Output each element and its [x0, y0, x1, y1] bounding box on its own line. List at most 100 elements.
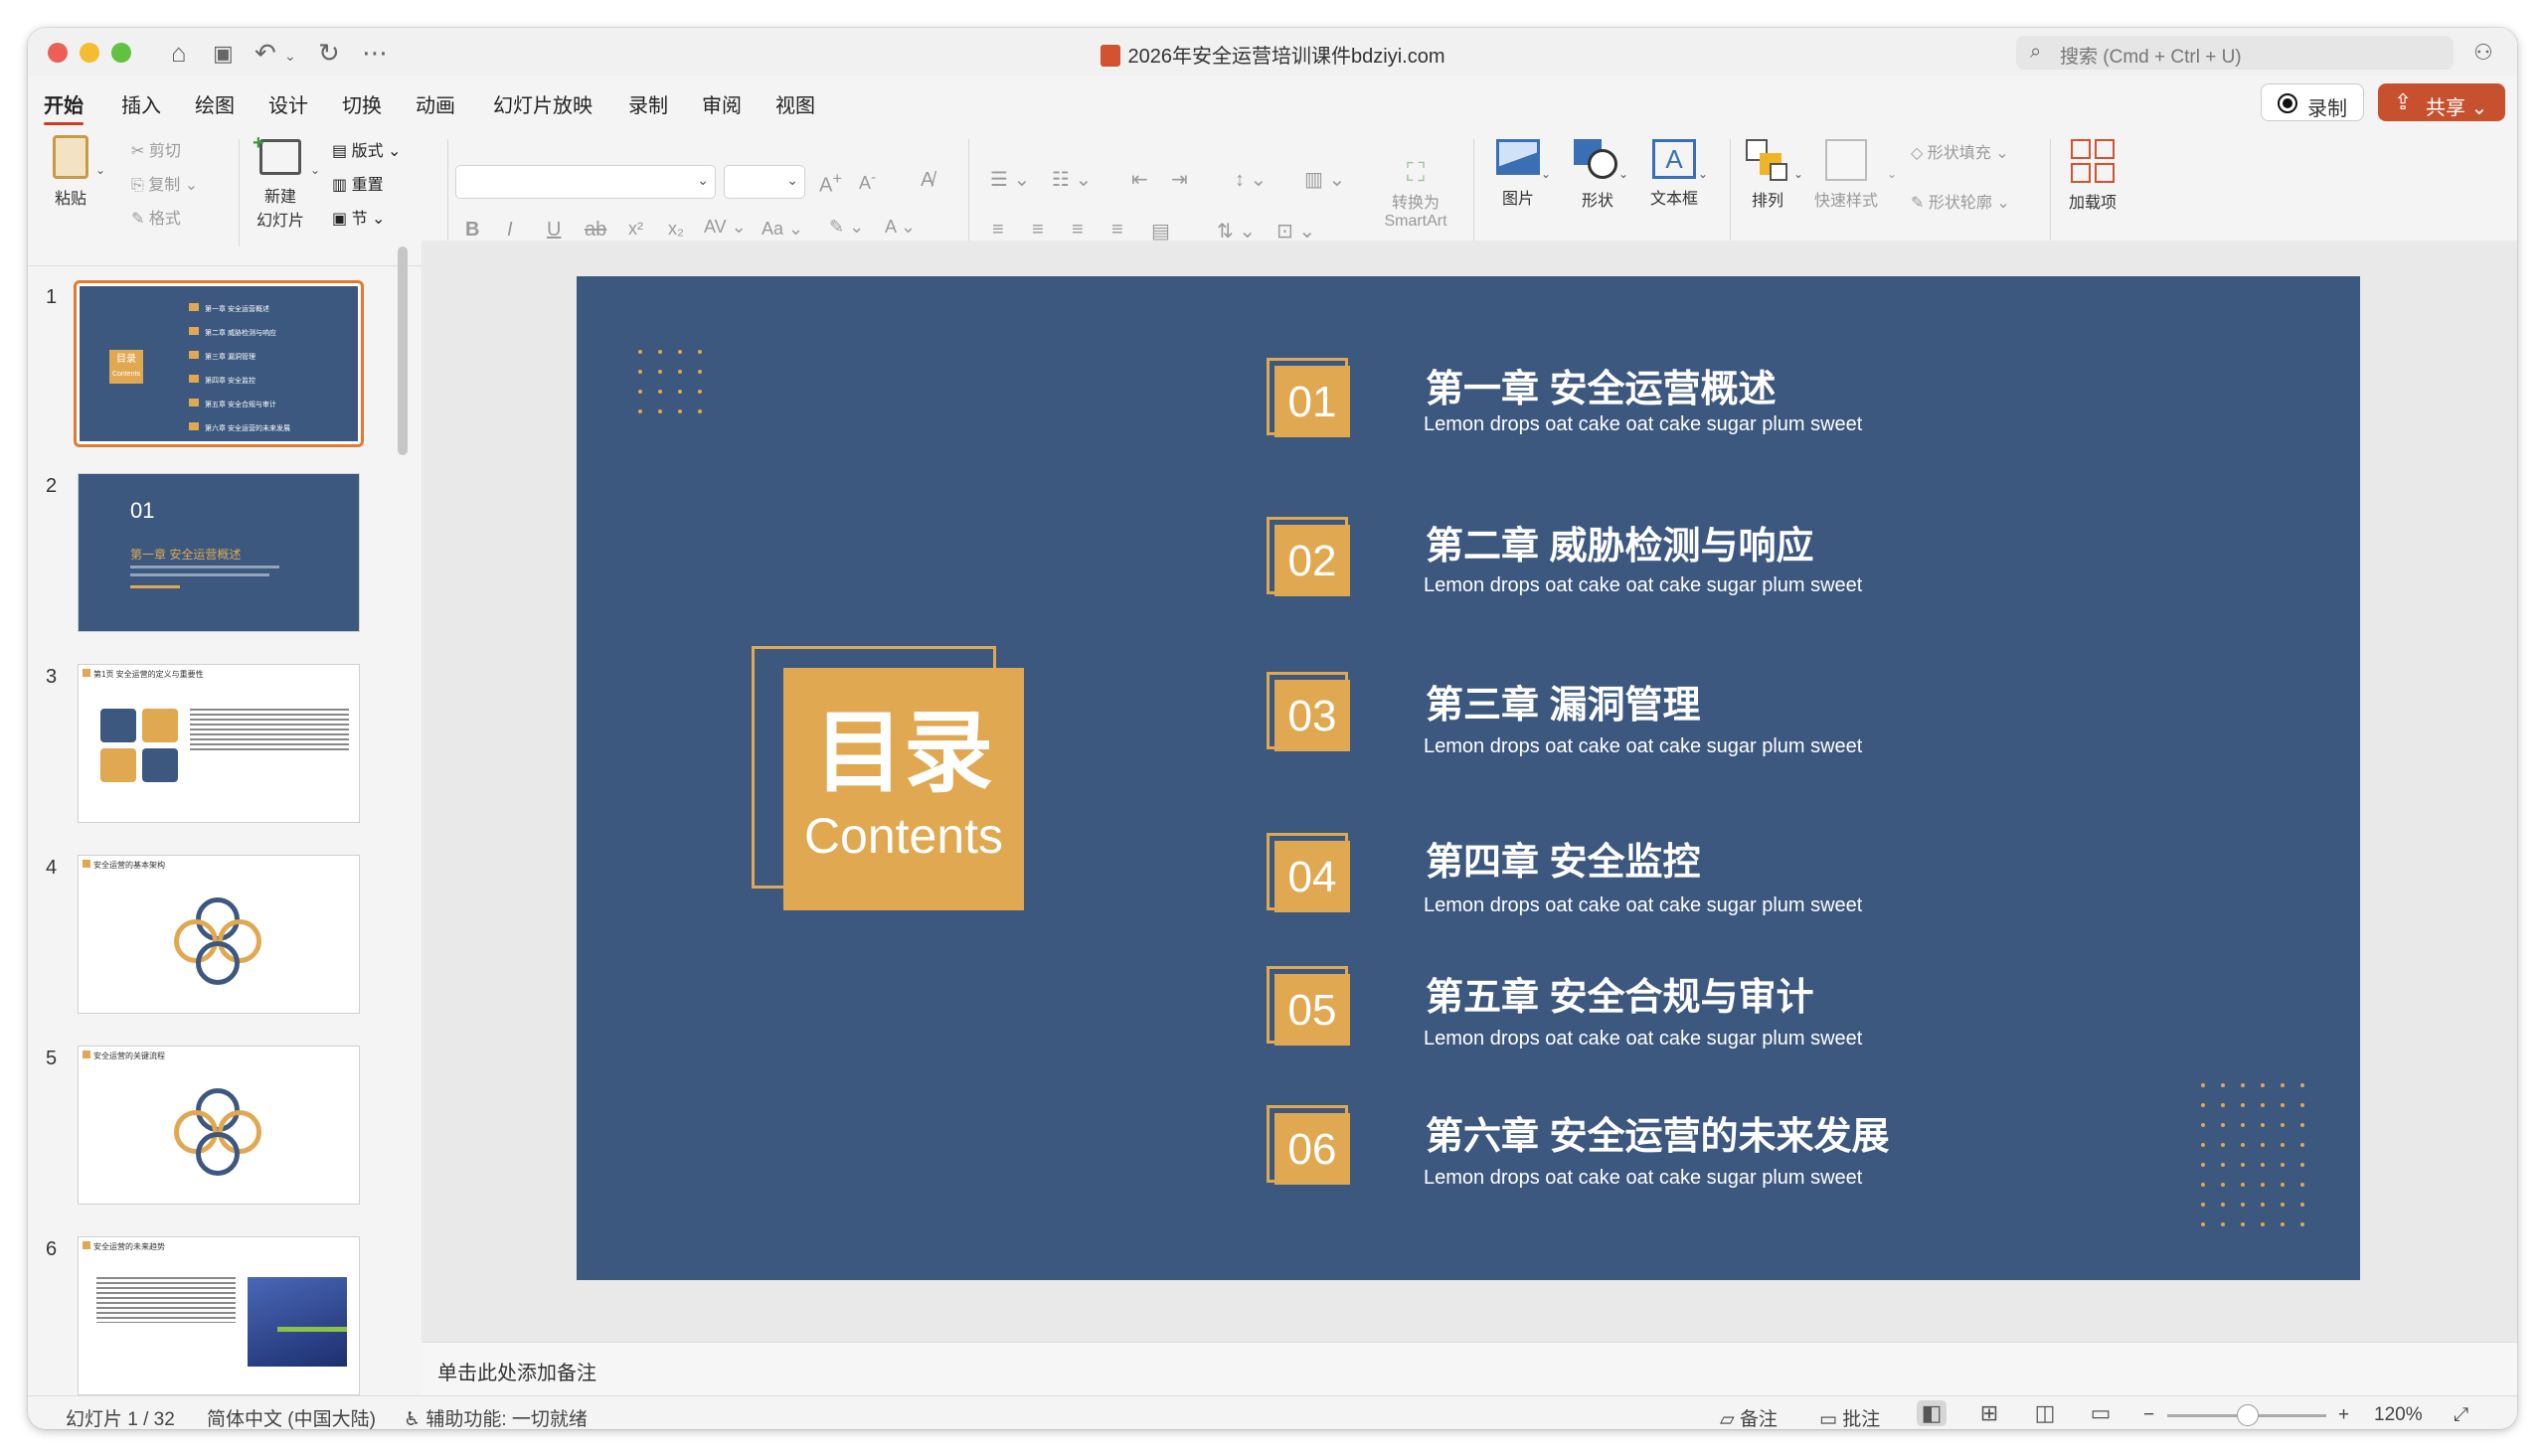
tab-design[interactable]: 设计 [268, 89, 308, 118]
tab-insert[interactable]: 插入 [121, 89, 161, 118]
zoom-level[interactable]: 120% [2374, 1404, 2423, 1426]
quick-styles-dropdown-icon[interactable]: ⌄ [1887, 167, 1897, 181]
decrease-indent-icon[interactable]: ⇤ [1131, 167, 1148, 192]
align-center-icon[interactable]: ≡ [1032, 219, 1044, 242]
notes-toggle-button[interactable]: ▱ 备注 [1720, 1404, 1778, 1429]
tab-review[interactable]: 审阅 [702, 89, 742, 118]
slide-number: 2 [46, 475, 58, 497]
decrease-font-icon[interactable]: A- [859, 169, 876, 194]
tab-home[interactable]: 开始 [44, 89, 84, 118]
quick-styles-button[interactable]: 快速样式 [1807, 139, 1885, 211]
slide-number: 5 [46, 1048, 58, 1069]
tab-record[interactable]: 录制 [628, 89, 668, 118]
tab-draw[interactable]: 绘图 [195, 89, 235, 118]
tab-slideshow[interactable]: 幻灯片放映 [493, 89, 593, 118]
addins-icon [2071, 139, 2115, 183]
shape-outline-button[interactable]: ✎ 形状轮廓 ⌄ [1911, 189, 2010, 213]
superscript-icon[interactable]: x² [628, 219, 643, 240]
font-color-icon[interactable]: A ⌄ [885, 217, 916, 238]
thumbnail-scrollbar[interactable] [398, 246, 408, 455]
change-case-icon[interactable]: Aa ⌄ [762, 219, 803, 240]
chapter-subtitle: Lemon drops oat cake oat cake sugar plum… [1424, 574, 1863, 596]
textbox-icon: A [1652, 139, 1696, 179]
clipboard-icon [53, 135, 88, 179]
clear-format-icon[interactable]: A̸ [921, 169, 933, 192]
slide-sorter-icon[interactable]: ⊞ [1974, 1400, 2004, 1426]
strikethrough-icon[interactable]: ab [585, 219, 606, 242]
font-size-select[interactable]: ⌄ [724, 165, 805, 199]
language-status[interactable]: 简体中文 (中国大陆) [207, 1404, 376, 1429]
align-left-icon[interactable]: ≡ [992, 219, 1004, 242]
presenter-view-icon[interactable]: ▭ [2086, 1400, 2116, 1426]
shape-dropdown-icon[interactable]: ⌄ [1618, 167, 1628, 181]
toc-subtitle: Contents [803, 808, 1004, 864]
character-spacing-icon[interactable]: AV ⌄ [704, 217, 747, 238]
layout-icon: ▤ [332, 143, 352, 160]
subscript-icon[interactable]: x₂ [668, 219, 684, 240]
numbering-icon[interactable]: ☷ ⌄ [1052, 167, 1092, 192]
reset-button[interactable]: ▥ 重置 [332, 171, 384, 195]
tab-animations[interactable]: 动画 [416, 89, 455, 118]
zoom-in-icon[interactable]: + [2338, 1404, 2349, 1426]
slide-thumbnail-3[interactable]: 第1页 安全运营的定义与重要性 [78, 664, 360, 823]
fit-to-window-icon[interactable]: ⤢ [2454, 1404, 2468, 1426]
comments-toggle-button[interactable]: ▭ 批注 [1819, 1404, 1880, 1429]
section-button[interactable]: ▣ 节 ⌄ [332, 205, 385, 229]
fill-icon: ◇ [1911, 145, 1928, 162]
italic-icon[interactable]: I [507, 219, 513, 242]
brush-icon: ✎ [131, 211, 149, 228]
addins-button[interactable]: 加载项 [2058, 139, 2127, 213]
copy-button[interactable]: ⎘ 复制 ⌄ [131, 171, 198, 195]
justify-icon[interactable]: ≡ [1111, 219, 1123, 242]
arrange-button[interactable]: 排列 [1740, 139, 1795, 211]
paste-dropdown-icon[interactable]: ⌄ [95, 163, 105, 177]
zoom-slider-handle[interactable] [2237, 1404, 2259, 1426]
highlight-icon[interactable]: ✎ ⌄ [829, 217, 864, 238]
slide-counter: 幻灯片 1 / 32 [66, 1409, 175, 1429]
slide-thumbnail-6[interactable]: 安全运营的未来趋势 [78, 1236, 360, 1395]
bullets-icon[interactable]: ☰ ⌄ [990, 167, 1030, 192]
zoom-out-icon[interactable]: − [2143, 1404, 2154, 1426]
toc-title-box: 目录 Contents [783, 668, 1024, 910]
tab-transitions[interactable]: 切换 [342, 89, 382, 118]
slide-thumbnail-5[interactable]: 安全运营的关键流程 [78, 1046, 360, 1205]
outline-icon: ✎ [1911, 195, 1929, 212]
layout-button[interactable]: ▤ 版式 ⌄ [332, 137, 401, 161]
notes-input[interactable]: 单击此处添加备注 [422, 1342, 2517, 1395]
normal-view-icon[interactable]: ◧ [1917, 1400, 1947, 1426]
font-family-select[interactable]: ⌄ [455, 165, 716, 199]
accessibility-status[interactable]: ♿ 辅助功能: 一切就绪 [404, 1404, 588, 1429]
line-spacing-icon[interactable]: ↕ ⌄ [1235, 167, 1267, 192]
align-right-icon[interactable]: ≡ [1072, 219, 1084, 242]
slide-thumbnail-1[interactable]: 目录 Contents 第一章 安全运营概述 第二章 威胁检测与响应 第三章 漏洞… [74, 280, 364, 447]
slide-thumbnail-4[interactable]: 安全运营的基本架构 [78, 855, 360, 1014]
reading-view-icon[interactable]: ◫ [2030, 1400, 2060, 1426]
cut-button[interactable]: ✂ 剪切 [131, 137, 181, 161]
divider [1730, 139, 1731, 246]
paste-button[interactable]: 粘贴 [50, 135, 91, 209]
bold-icon[interactable]: B [465, 219, 479, 242]
format-painter-button[interactable]: ✎ 格式 [131, 205, 181, 229]
slide-canvas[interactable]: 目录 Contents 01 第一章 安全运营概述 Lemon drops oa… [577, 276, 2360, 1280]
new-slide-dropdown-icon[interactable]: ⌄ [310, 163, 320, 177]
chapter-number-box: 04 [1267, 833, 1352, 914]
tab-view[interactable]: 视图 [775, 89, 815, 118]
underline-icon[interactable]: U [547, 219, 561, 242]
increase-font-icon[interactable]: A+ [819, 169, 842, 198]
columns-icon[interactable]: ▥ ⌄ [1304, 167, 1345, 192]
chapter-number-box: 03 [1267, 672, 1352, 753]
increase-indent-icon[interactable]: ⇥ [1171, 167, 1188, 192]
shape-fill-button[interactable]: ◇ 形状填充 ⌄ [1911, 139, 2009, 163]
chapter-number-box: 02 [1267, 517, 1352, 598]
search-box[interactable]: ⌕ 搜索 (Cmd + Ctrl + U) [2016, 36, 2454, 70]
collaborate-icon[interactable]: ⚇ [2473, 40, 2493, 66]
arrange-dropdown-icon[interactable]: ⌄ [1793, 167, 1803, 181]
textbox-dropdown-icon[interactable]: ⌄ [1698, 167, 1708, 181]
slide-thumbnail-2[interactable]: 01 第一章 安全运营概述 [78, 473, 360, 632]
new-slide-button[interactable]: + 新建 幻灯片 [251, 132, 310, 231]
scissors-icon: ✂ [131, 143, 149, 160]
record-button[interactable]: 录制 [2261, 83, 2364, 121]
convert-smartart-button[interactable]: ⛶ 转换为 SmartArt [1376, 157, 1455, 231]
picture-dropdown-icon[interactable]: ⌄ [1541, 167, 1551, 181]
share-button[interactable]: ⇪ 共享 ⌄ [2378, 83, 2505, 121]
